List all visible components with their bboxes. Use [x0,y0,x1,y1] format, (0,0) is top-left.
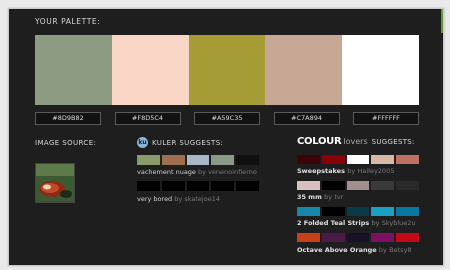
colourlovers-suggestion-colors[interactable] [297,207,419,216]
colourlovers-color-chip [371,207,395,216]
palette-swatches [35,35,419,105]
kuler-color-chip [186,155,210,165]
colourlovers-suggestion-colors[interactable] [297,155,419,164]
suggestion-name[interactable]: Sweepstakes [297,167,345,175]
colourlovers-color-chip [297,207,320,216]
colourlovers-color-chip [371,155,395,164]
hex-code-row: #8D9B82 #F8D5C4 #A59C35 #C7A894 #FFFFFF [35,112,419,125]
colourlovers-color-chip [346,181,370,190]
hex-code-field[interactable]: #F8D5C4 [114,112,181,125]
kuler-color-chip [161,181,185,191]
colourlovers-suggestion-title[interactable]: 2 Folded Teal Strips by Skyblue2u [297,219,416,227]
suggestion-author[interactable]: tvr [334,193,343,201]
colourlovers-suggestion-colors[interactable] [297,233,419,242]
colourlovers-suggestion-title[interactable]: 35 mm by tvr [297,193,343,201]
colourlovers-suggests-label: SUGGESTS: [371,138,415,146]
suggestion-name[interactable]: vachement nuage [137,168,196,176]
colourlovers-color-chip [396,181,419,190]
kuler-suggests-label: KULER SUGGESTS: [152,138,224,147]
window-edge-accent [441,9,443,33]
suggestion-author[interactable]: venenoinfierno [208,168,257,176]
kuler-color-chip [137,181,160,191]
palette-panel: YOUR PALETTE: #8D9B82 #F8D5C4 #A59C35 #C… [8,8,444,266]
suggestion-name[interactable]: Octave Above Orange [297,246,377,254]
palette-swatch-2[interactable] [111,35,189,105]
kuler-color-chip [211,155,235,165]
colourlovers-color-chip [371,233,395,242]
kuler-color-chip [161,155,185,165]
hex-code-field[interactable]: #C7A894 [273,112,340,125]
colourlovers-color-chip [321,155,345,164]
colourlovers-color-chip [396,207,419,216]
colourlovers-suggestion-title[interactable]: Sweepstakes by Hailey2005 [297,167,394,175]
colourlovers-header: COLOUR lovers SUGGESTS: [297,136,415,147]
colourlovers-color-chip [321,207,345,216]
shoe-photo-icon [36,164,74,202]
kuler-suggestion-colors[interactable] [137,155,259,165]
colourlovers-color-chip [297,155,320,164]
kuler-suggestion-colors[interactable] [137,181,259,191]
kuler-color-chip [186,181,210,191]
suggestion-author[interactable]: skatejoe14 [184,195,220,203]
suggestion-name[interactable]: 35 mm [297,193,322,201]
colourlovers-color-chip [346,233,370,242]
by-label: by [198,168,206,176]
colourlovers-color-chip [297,181,320,190]
suggestion-author[interactable]: Hailey2005 [357,167,394,175]
by-label: by [174,195,183,203]
kuler-logo-icon: ku [137,137,148,148]
colourlovers-logo-colour: COLOUR [297,136,342,147]
by-label: by [378,246,387,254]
colourlovers-color-chip [346,155,370,164]
kuler-color-chip [211,181,235,191]
hex-code-field[interactable]: #FFFFFF [353,112,419,125]
by-label: by [347,167,356,175]
colourlovers-color-chip [297,233,320,242]
palette-swatch-1[interactable] [35,35,112,105]
by-label: by [371,219,380,227]
colourlovers-color-chip [346,207,370,216]
colourlovers-suggestion-title[interactable]: Octave Above Orange by Betsy8 [297,246,412,254]
by-label: by [324,193,333,201]
kuler-color-chip [137,155,160,165]
image-source-label: IMAGE SOURCE: [35,139,97,147]
suggestion-author[interactable]: Skyblue2u [382,219,416,227]
palette-swatch-4[interactable] [265,35,343,105]
suggestion-name[interactable]: 2 Folded Teal Strips [297,219,369,227]
colourlovers-color-chip [321,181,345,190]
kuler-header: ku KULER SUGGESTS: [137,137,223,148]
kuler-suggestion-title[interactable]: very bored by skatejoe14 [137,195,220,203]
colourlovers-color-chip [396,155,419,164]
colourlovers-logo-lovers: lovers [343,137,368,146]
image-source-thumbnail[interactable] [35,163,75,203]
hex-code-field[interactable]: #A59C35 [194,112,260,125]
kuler-suggestion-title[interactable]: vachement nuage by venenoinfierno [137,168,257,176]
colourlovers-color-chip [321,233,345,242]
kuler-color-chip [236,181,259,191]
kuler-color-chip [236,155,259,165]
palette-title: YOUR PALETTE: [35,17,101,26]
palette-swatch-3[interactable] [188,35,266,105]
colourlovers-suggestion-colors[interactable] [297,181,419,190]
suggestion-author[interactable]: Betsy8 [389,246,411,254]
colourlovers-color-chip [371,181,395,190]
palette-swatch-5[interactable] [342,35,419,105]
colourlovers-color-chip [396,233,419,242]
suggestion-name[interactable]: very bored [137,195,172,203]
hex-code-field[interactable]: #8D9B82 [35,112,101,125]
